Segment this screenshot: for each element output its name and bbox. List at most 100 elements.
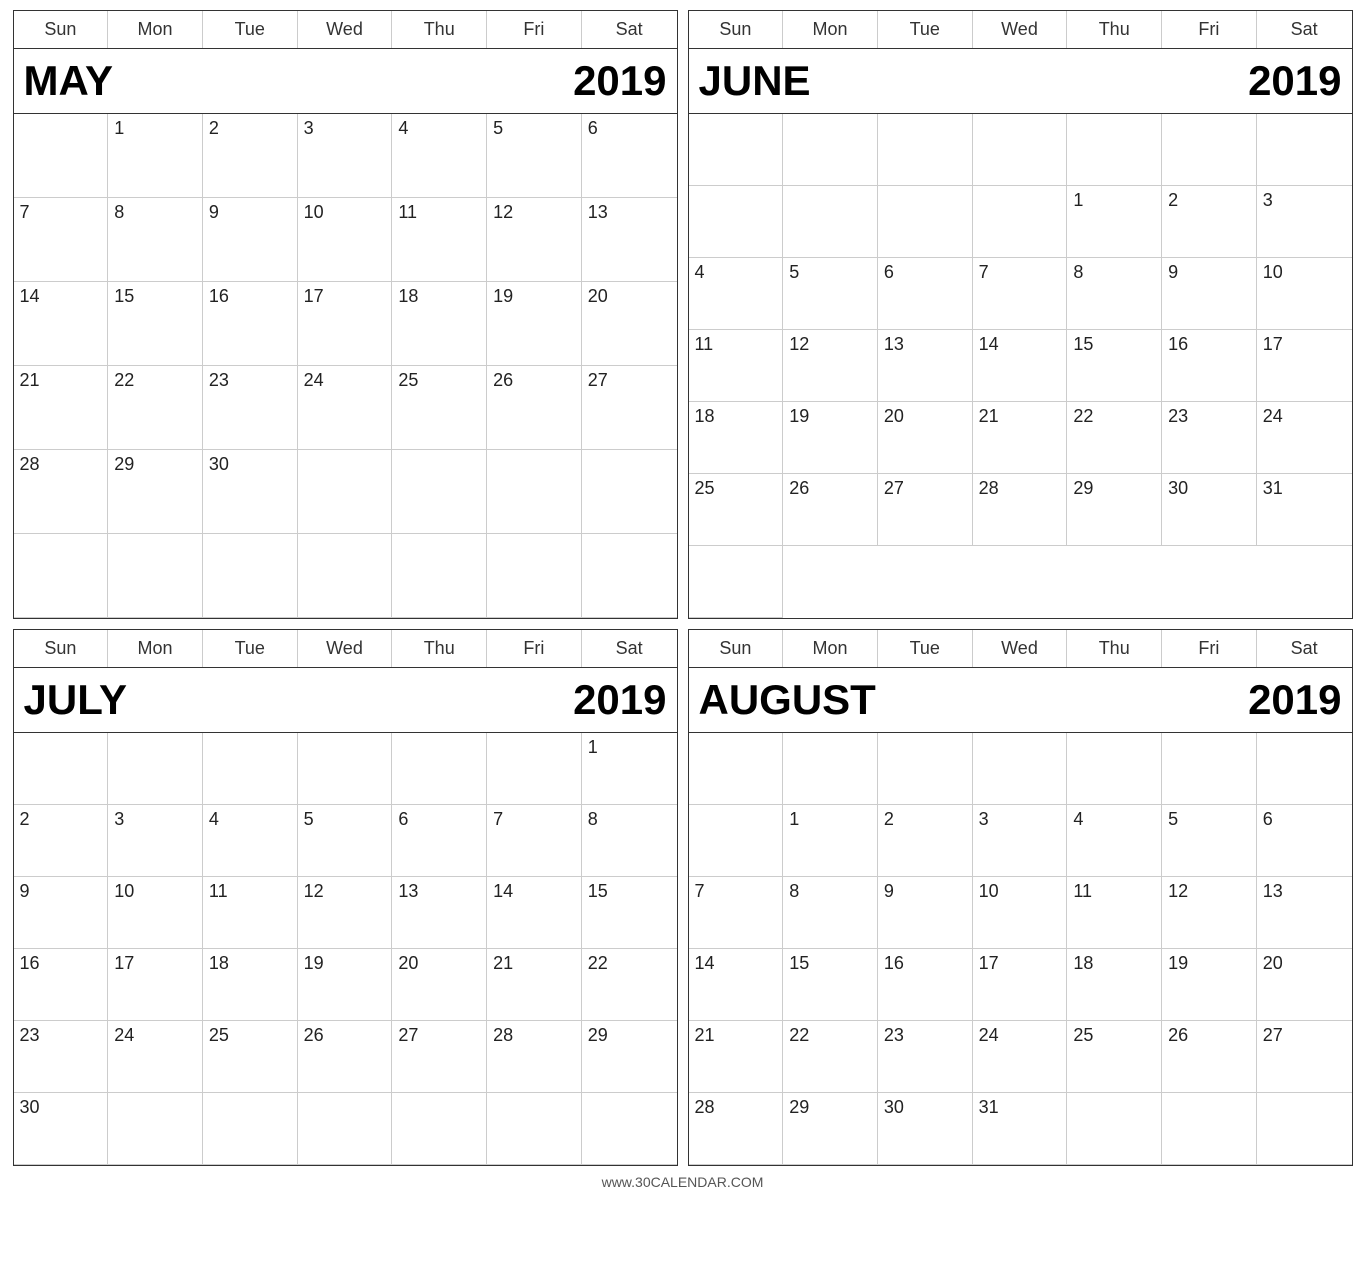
day-cell: 4 — [392, 114, 487, 198]
day-cell — [14, 733, 109, 805]
day-cell: 18 — [1067, 949, 1162, 1021]
day-cell: 24 — [298, 366, 393, 450]
day-cell: 26 — [487, 366, 582, 450]
day-cell: 21 — [689, 1021, 784, 1093]
day-cell: 13 — [1257, 877, 1352, 949]
calendar-may-2019: SunMonTueWedThuFriSatMAY2019123456789101… — [13, 10, 678, 619]
day-header-thu: Thu — [1067, 11, 1162, 48]
day-cell: 28 — [973, 474, 1068, 546]
day-cell — [878, 186, 973, 258]
day-cell — [689, 186, 784, 258]
day-header-fri: Fri — [1162, 11, 1257, 48]
month-name: JUNE — [699, 57, 811, 105]
day-cell: 15 — [783, 949, 878, 1021]
day-cell: 14 — [689, 949, 784, 1021]
day-cell: 12 — [298, 877, 393, 949]
day-cell: 3 — [108, 805, 203, 877]
day-cell: 27 — [1257, 1021, 1352, 1093]
day-cell: 24 — [1257, 402, 1352, 474]
day-cell: 5 — [298, 805, 393, 877]
day-cell: 27 — [392, 1021, 487, 1093]
day-cell — [1162, 114, 1257, 186]
day-cell: 24 — [973, 1021, 1068, 1093]
day-cell — [973, 733, 1068, 805]
day-cell: 7 — [14, 198, 109, 282]
day-cell: 29 — [582, 1021, 677, 1093]
day-header-mon: Mon — [783, 630, 878, 667]
day-cell: 31 — [973, 1093, 1068, 1165]
calendars-grid: SunMonTueWedThuFriSatMAY2019123456789101… — [13, 10, 1353, 1166]
day-cell: 19 — [1162, 949, 1257, 1021]
day-cell: 7 — [487, 805, 582, 877]
day-cell: 20 — [392, 949, 487, 1021]
day-cell: 27 — [878, 474, 973, 546]
day-cell — [582, 450, 677, 534]
day-header-fri: Fri — [487, 630, 582, 667]
calendar-august-2019: SunMonTueWedThuFriSatAUGUST2019123456789… — [688, 629, 1353, 1166]
day-cell — [487, 534, 582, 618]
day-cell — [878, 733, 973, 805]
day-header-tue: Tue — [878, 11, 973, 48]
month-name: JULY — [24, 676, 128, 724]
day-cell — [689, 546, 784, 618]
day-cell: 2 — [1162, 186, 1257, 258]
day-cell: 12 — [783, 330, 878, 402]
month-year-row: JULY 2019 — [14, 668, 677, 733]
month-year-row: AUGUST2019 — [689, 668, 1352, 733]
day-cell: 6 — [1257, 805, 1352, 877]
day-cell — [298, 534, 393, 618]
footer-text: www.30CALENDAR.COM — [602, 1174, 764, 1190]
day-cell: 28 — [14, 450, 109, 534]
day-cell: 26 — [298, 1021, 393, 1093]
day-cell: 21 — [487, 949, 582, 1021]
day-cell: 1 — [582, 733, 677, 805]
day-cell: 4 — [689, 258, 784, 330]
day-header-thu: Thu — [1067, 630, 1162, 667]
day-cell: 17 — [298, 282, 393, 366]
day-cell: 14 — [14, 282, 109, 366]
day-cell: 22 — [783, 1021, 878, 1093]
day-header-fri: Fri — [487, 11, 582, 48]
day-cell: 20 — [878, 402, 973, 474]
day-cell — [1162, 1093, 1257, 1165]
day-header-wed: Wed — [973, 11, 1068, 48]
day-cell: 14 — [487, 877, 582, 949]
day-cell: 24 — [108, 1021, 203, 1093]
year-name: 2019 — [573, 676, 666, 724]
day-cell: 17 — [973, 949, 1068, 1021]
day-cell — [973, 186, 1068, 258]
day-cell — [1067, 114, 1162, 186]
day-cell: 6 — [878, 258, 973, 330]
day-headers: SunMonTueWedThuFriSat — [14, 630, 677, 668]
day-header-wed: Wed — [298, 630, 393, 667]
day-cell — [487, 733, 582, 805]
day-cell: 11 — [1067, 877, 1162, 949]
days-grid: 1234567891011121314151617181920212223242… — [14, 114, 677, 618]
day-cell: 3 — [1257, 186, 1352, 258]
day-cell: 29 — [108, 450, 203, 534]
day-cell: 20 — [1257, 949, 1352, 1021]
day-cell — [298, 450, 393, 534]
day-header-sat: Sat — [582, 11, 677, 48]
day-cell: 9 — [203, 198, 298, 282]
day-cell: 25 — [689, 474, 784, 546]
day-cell: 28 — [487, 1021, 582, 1093]
day-cell: 30 — [203, 450, 298, 534]
day-cell: 25 — [392, 366, 487, 450]
day-cell: 15 — [1067, 330, 1162, 402]
day-cell: 2 — [203, 114, 298, 198]
day-cell: 8 — [108, 198, 203, 282]
day-cell: 6 — [392, 805, 487, 877]
calendar-june-2019: SunMonTueWedThuFriSatJUNE201912345678910… — [688, 10, 1353, 619]
day-header-thu: Thu — [392, 11, 487, 48]
day-cell — [108, 733, 203, 805]
day-cell — [392, 1093, 487, 1165]
day-cell: 11 — [689, 330, 784, 402]
day-cell: 7 — [973, 258, 1068, 330]
day-cell: 18 — [392, 282, 487, 366]
day-cell: 9 — [1162, 258, 1257, 330]
day-cell — [582, 534, 677, 618]
day-cell: 16 — [878, 949, 973, 1021]
day-cell — [783, 186, 878, 258]
day-cell: 12 — [1162, 877, 1257, 949]
